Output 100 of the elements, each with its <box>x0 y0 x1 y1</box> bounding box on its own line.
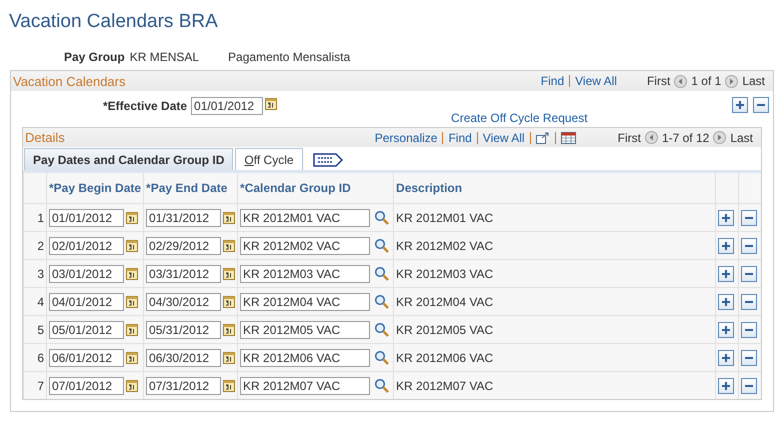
plus-icon <box>720 296 730 306</box>
add-row-button[interactable] <box>718 322 734 338</box>
add-row-button[interactable] <box>718 378 734 394</box>
column-header: *Pay Begin Date <box>46 173 144 204</box>
end-date-field[interactable]: 05/31/2012 <box>146 320 222 338</box>
end-date-field[interactable]: 03/31/2012 <box>146 264 222 282</box>
calendar-icon[interactable] <box>223 239 236 252</box>
table-cell: KR 2012M03 VAC <box>394 260 715 288</box>
search-icon[interactable] <box>374 378 390 393</box>
column-header: *Calendar Group ID <box>238 173 394 204</box>
calendar-group-field[interactable]: KR 2012M02 VAC <box>240 236 370 254</box>
row-number: 5 <box>24 316 46 344</box>
calendar-icon[interactable] <box>223 379 236 392</box>
nav-link[interactable]: View All <box>575 74 617 88</box>
plus-icon <box>720 268 730 278</box>
row-number: 1 <box>24 204 46 232</box>
new-window-icon[interactable] <box>536 132 550 144</box>
calendar-group-field[interactable]: KR 2012M05 VAC <box>240 320 370 338</box>
add-row-button[interactable] <box>718 350 734 366</box>
end-date-field[interactable]: 01/31/2012 <box>146 208 222 226</box>
calendar-icon[interactable] <box>126 211 138 224</box>
calendar-group-field[interactable]: KR 2012M04 VAC <box>240 292 370 310</box>
tab[interactable]: Pay Dates and Calendar Group ID <box>24 148 234 170</box>
begin-date-field[interactable]: 04/01/2012 <box>49 292 124 310</box>
calendar-icon[interactable] <box>223 211 236 224</box>
effective-date-field[interactable]: 01/01/2012 <box>191 97 264 115</box>
add-row-button[interactable] <box>718 266 734 282</box>
nav-link[interactable]: Personalize <box>374 130 438 145</box>
calendar-icon[interactable] <box>223 351 236 364</box>
calendar-group-field[interactable]: KR 2012M03 VAC <box>240 264 370 282</box>
previous-icon[interactable] <box>644 131 658 144</box>
delete-row-button[interactable] <box>740 378 756 394</box>
column-header: *Pay End Date <box>144 173 238 204</box>
calendar-icon[interactable] <box>126 379 138 392</box>
calendar-icon[interactable] <box>126 239 138 252</box>
calendar-icon[interactable] <box>223 323 236 336</box>
field-label: *Effective Date <box>103 98 188 115</box>
begin-date-field[interactable]: 03/01/2012 <box>49 264 124 282</box>
calendar-group-field[interactable]: KR 2012M01 VAC <box>240 208 370 226</box>
calendar-group-field[interactable]: KR 2012M06 VAC <box>240 348 370 366</box>
create-off-cycle-link[interactable]: Create Off Cycle Request <box>451 111 588 125</box>
row-number: 7 <box>24 372 46 399</box>
page-title: Vacation Calendars BRA <box>9 10 219 34</box>
table-cell: KR 2012M02 VAC <box>394 232 715 260</box>
search-icon[interactable] <box>374 350 390 365</box>
field-label: Pay Group <box>64 50 125 64</box>
search-icon[interactable] <box>374 238 390 253</box>
add-row-button[interactable] <box>732 97 748 113</box>
add-row-button[interactable] <box>718 294 734 310</box>
table-cell: KR 2012M06 VAC <box>394 344 715 372</box>
tab[interactable]: Off Cycle <box>235 148 303 170</box>
delete-row-button[interactable] <box>740 210 756 226</box>
calendar-icon[interactable] <box>265 97 278 110</box>
end-date-field[interactable]: 02/29/2012 <box>146 236 222 254</box>
delete-row-button[interactable] <box>740 238 756 254</box>
panel-title: Details <box>25 130 66 146</box>
field-value: KR MENSAL <box>130 50 200 64</box>
column-header: Description <box>394 173 715 204</box>
table-cell: KR 2012M07 VAC <box>394 372 715 399</box>
row-number: 2 <box>24 232 46 260</box>
add-row-button[interactable] <box>718 238 734 254</box>
begin-date-field[interactable]: 01/01/2012 <box>49 208 124 226</box>
calendar-icon[interactable] <box>223 295 236 308</box>
begin-date-field[interactable]: 07/01/2012 <box>49 376 124 394</box>
end-date-field[interactable]: 04/30/2012 <box>146 292 222 310</box>
nav-link[interactable]: Find <box>540 74 564 88</box>
previous-icon[interactable] <box>674 74 688 88</box>
nav-link[interactable]: View All <box>482 130 525 145</box>
grid-icon[interactable] <box>560 132 576 144</box>
end-date-field[interactable]: 07/31/2012 <box>146 376 222 394</box>
delete-row-button[interactable] <box>740 266 756 282</box>
search-icon[interactable] <box>374 266 390 281</box>
calendar-icon[interactable] <box>126 351 138 364</box>
search-icon[interactable] <box>374 294 390 309</box>
table-cell: KR 2012M04 VAC <box>394 288 715 316</box>
delete-row-button[interactable] <box>740 294 756 310</box>
plus-icon <box>735 100 745 110</box>
record-count: 1-7 of 12 <box>662 130 710 145</box>
calendar-icon[interactable] <box>126 323 138 336</box>
plus-icon <box>720 352 730 362</box>
plus-icon <box>720 324 730 334</box>
delete-row-button[interactable] <box>740 350 756 366</box>
calendar-icon[interactable] <box>126 267 138 280</box>
calendar-icon[interactable] <box>126 295 138 308</box>
search-icon[interactable] <box>374 322 390 337</box>
calendar-icon[interactable] <box>223 267 236 280</box>
delete-row-button[interactable] <box>753 97 769 113</box>
add-row-button[interactable] <box>718 210 734 226</box>
begin-date-field[interactable]: 05/01/2012 <box>49 320 124 338</box>
begin-date-field[interactable]: 06/01/2012 <box>49 348 124 366</box>
begin-date-field[interactable]: 02/01/2012 <box>49 236 124 254</box>
nav-link[interactable]: Find <box>448 130 472 145</box>
end-date-field[interactable]: 06/30/2012 <box>146 348 222 366</box>
search-icon[interactable] <box>374 210 390 225</box>
last-label: Last <box>742 74 765 88</box>
calendar-group-field[interactable]: KR 2012M07 VAC <box>240 376 370 394</box>
delete-row-button[interactable] <box>740 322 756 338</box>
table-cell: KR 2012M05 VAC <box>394 316 715 344</box>
next-icon[interactable] <box>725 74 738 88</box>
next-icon[interactable] <box>713 131 726 144</box>
